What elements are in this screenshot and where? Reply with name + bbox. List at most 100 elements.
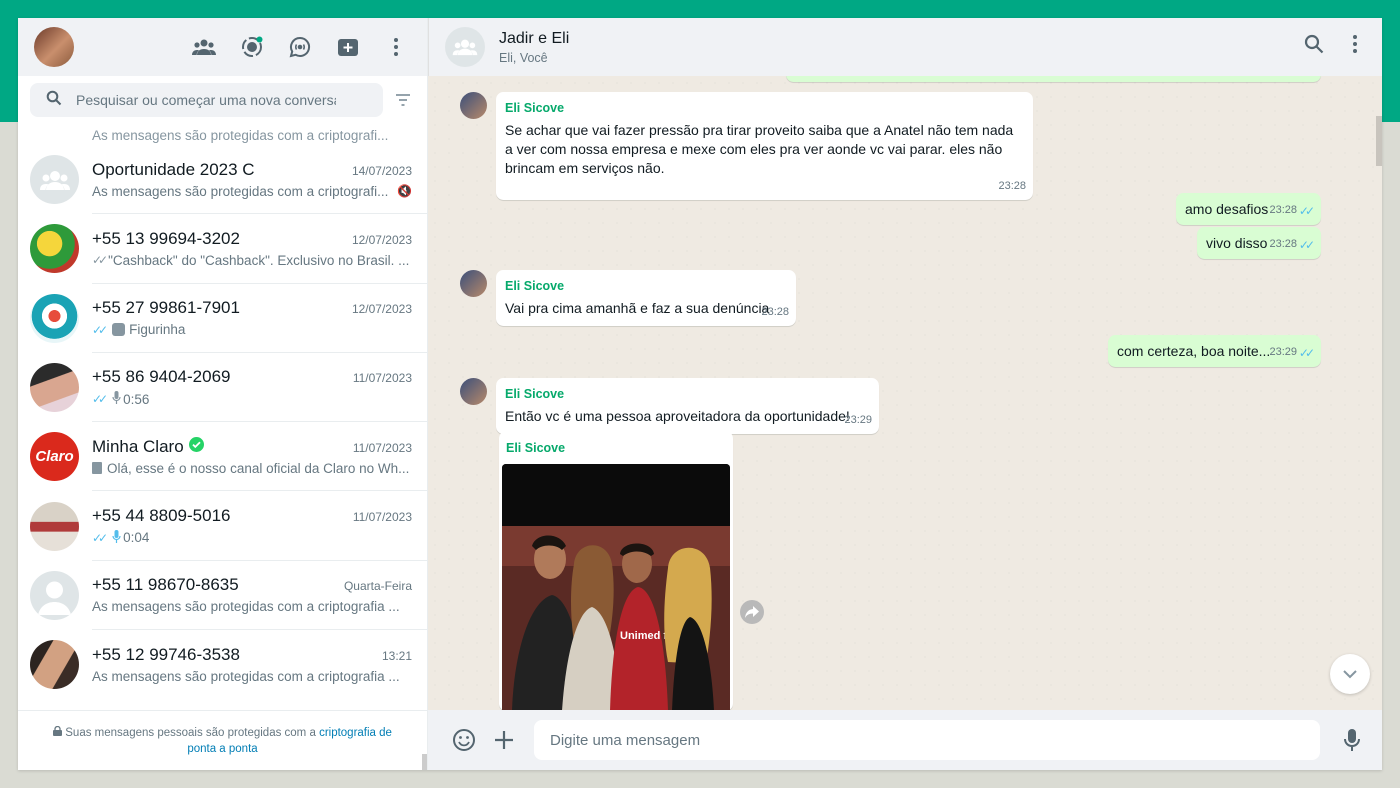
chat-name: +55 12 99746-3538: [92, 645, 240, 665]
outgoing-message[interactable]: amo desafios 23:28 ✓✓: [1176, 193, 1321, 225]
message-time: 23:29: [1269, 346, 1297, 358]
chat-item[interactable]: +55 12 99746-3538 13:21 As mensagens são …: [18, 630, 427, 699]
search-row: [18, 76, 427, 124]
microphone-icon[interactable]: [1338, 726, 1366, 754]
sender-name: Eli Sicove: [506, 441, 566, 455]
photo-attachment[interactable]: Unimed ft: [502, 464, 730, 710]
outgoing-message[interactable]: com certeza, boa noite... 23:29 ✓✓: [1108, 335, 1321, 367]
logo-text: Claro: [35, 448, 74, 466]
conversation-participants: Eli, Você: [499, 50, 548, 65]
message-time: 23:28: [1269, 238, 1297, 250]
search-input[interactable]: [76, 92, 336, 108]
message-area[interactable]: Eli Sicove Se achar que vai fazer pressã…: [428, 76, 1382, 710]
chat-time: 11/07/2023: [352, 440, 412, 455]
message-time: 23:28: [1269, 204, 1297, 216]
chat-preview: As mensagens são protegidas com a cripto…: [92, 669, 400, 685]
new-chat-icon[interactable]: [335, 34, 361, 60]
chat-preview: As mensagens são protegidas com a cripto…: [92, 183, 389, 199]
chat-preview: As mensagens são protegidas com a cripto…: [92, 128, 389, 143]
avatar: [30, 224, 79, 274]
chat-item[interactable]: Claro Minha Claro 11/07/2023 Olá, esse é…: [18, 422, 427, 492]
message-input[interactable]: [534, 720, 1320, 760]
claro-logo: Claro: [30, 432, 79, 482]
chat-item[interactable]: +55 11 98670-8635 Quarta-Feira As mensage…: [18, 561, 427, 631]
community-icon[interactable]: [191, 34, 217, 60]
chat-item[interactable]: Oportunidade 2023 C 14/07/2023 As mensage…: [18, 145, 427, 215]
channels-icon[interactable]: [287, 34, 313, 60]
forward-button[interactable]: [740, 600, 764, 624]
default-avatar: [30, 570, 79, 620]
message-text: Então vc é uma pessoa aproveitadora da o…: [505, 408, 850, 424]
sender-avatar[interactable]: [460, 92, 487, 119]
status-icon[interactable]: [239, 34, 265, 60]
chat-name: +55 44 8809-5016: [92, 505, 231, 525]
footer-text: Suas mensagens pessoais são protegidas c…: [65, 726, 320, 739]
incoming-message[interactable]: Eli Sicove Se achar que vai fazer pressã…: [496, 92, 1033, 200]
sidebar-scrollbar[interactable]: [422, 754, 427, 770]
message-scrollbar[interactable]: [1376, 116, 1382, 166]
filter-icon[interactable]: [391, 88, 415, 112]
menu-icon[interactable]: [1352, 34, 1358, 59]
chat-time: 12/07/2023: [351, 232, 412, 247]
chat-preview: "Cashback" do "Cashback". Exclusivo no B…: [108, 252, 410, 268]
incoming-message[interactable]: Eli Sicove Vai pra cima amanhã e faz a s…: [496, 270, 796, 326]
document-icon: [92, 462, 102, 475]
chat-preview: Figurinha: [129, 322, 186, 338]
chat-preview: 0:04: [123, 530, 150, 546]
message-time: 23:28: [998, 180, 1026, 192]
double-check-icon: ✓✓: [92, 253, 108, 268]
outgoing-message[interactable]: vivo disso 23:28 ✓✓: [1197, 227, 1321, 259]
chat-time: 14/07/2023: [351, 163, 412, 178]
scroll-down-button[interactable]: [1330, 654, 1370, 694]
sticker-icon: [112, 323, 126, 337]
search-icon[interactable]: [1304, 34, 1324, 59]
chat-name: Minha Claro: [92, 436, 184, 456]
group-avatar: [30, 155, 79, 205]
chat-item[interactable]: +55 27 99861-7901 12/07/2023 ✓✓ Figurinha: [18, 284, 427, 353]
chat-name: +55 86 9404-2069: [92, 367, 231, 387]
message-text: Se achar que vai fazer pressão pra tirar…: [505, 122, 1014, 176]
chat-item[interactable]: +55 44 8809-5016 11/07/2023 ✓✓ 0:04: [18, 491, 427, 561]
chat-item[interactable]: +55 86 9404-2069 11/07/2023 ✓✓ 0:56: [18, 353, 427, 423]
partial-chat-item[interactable]: As mensagens são protegidas com a cripto…: [18, 124, 427, 145]
chat-name: Oportunidade 2023 C: [92, 159, 255, 179]
sidebar: As mensagens são protegidas com a cripto…: [18, 18, 428, 770]
menu-icon[interactable]: [383, 34, 409, 60]
search-icon[interactable]: [46, 90, 62, 111]
message-time: 23:28: [761, 306, 789, 318]
attach-plus-icon[interactable]: [490, 726, 518, 754]
chat-time: 13:21: [381, 649, 412, 664]
chat-preview: Olá, esse é o nosso canal oficial da Cla…: [107, 460, 410, 476]
sender-avatar[interactable]: [460, 270, 487, 297]
profile-avatar[interactable]: [34, 27, 74, 67]
conversation-pane: Jadir e Eli Eli, Você Eli Sicove Se acha…: [428, 18, 1382, 770]
sender-name: Eli Sicove: [505, 101, 565, 115]
message-text: Vai pra cima amanhã e faz a sua denúncia: [505, 300, 770, 316]
sender-name: Eli Sicove: [505, 279, 565, 293]
verified-badge-icon: [188, 436, 204, 457]
whatsapp-window: As mensagens são protegidas com a cripto…: [18, 18, 1382, 770]
incoming-message[interactable]: Eli Sicove Então vc é uma pessoa aprovei…: [496, 378, 879, 434]
group-photo: Unimed ft: [502, 464, 730, 710]
sender-name: Eli Sicove: [505, 387, 565, 401]
message-text: amo desafios: [1185, 201, 1269, 217]
image-message[interactable]: Eli Sicove Unimed ft: [499, 431, 733, 710]
read-receipt-icon: ✓✓: [1298, 204, 1315, 218]
group-avatar[interactable]: [445, 27, 485, 67]
avatar: [30, 363, 79, 413]
emoji-icon[interactable]: [450, 726, 478, 754]
search-box: [30, 83, 383, 117]
chat-list: As mensagens são protegidas com a cripto…: [18, 124, 427, 710]
double-check-icon: ✓✓: [92, 392, 108, 407]
conversation-header[interactable]: Jadir e Eli Eli, Você: [428, 18, 1382, 76]
mic-icon: [112, 529, 121, 546]
cut-off-message[interactable]: [786, 76, 1321, 82]
lock-icon: [53, 725, 65, 739]
chat-item[interactable]: +55 13 99694-3202 12/07/2023 ✓✓ "Cashback"…: [18, 214, 427, 284]
chat-name: +55 27 99861-7901: [92, 298, 240, 318]
chat-time: 12/07/2023: [351, 302, 412, 317]
avatar: [30, 293, 79, 343]
encryption-footer: Suas mensagens pessoais são protegidas c…: [18, 710, 427, 770]
muted-icon: 🔇: [397, 184, 412, 199]
sender-avatar[interactable]: [460, 378, 487, 405]
